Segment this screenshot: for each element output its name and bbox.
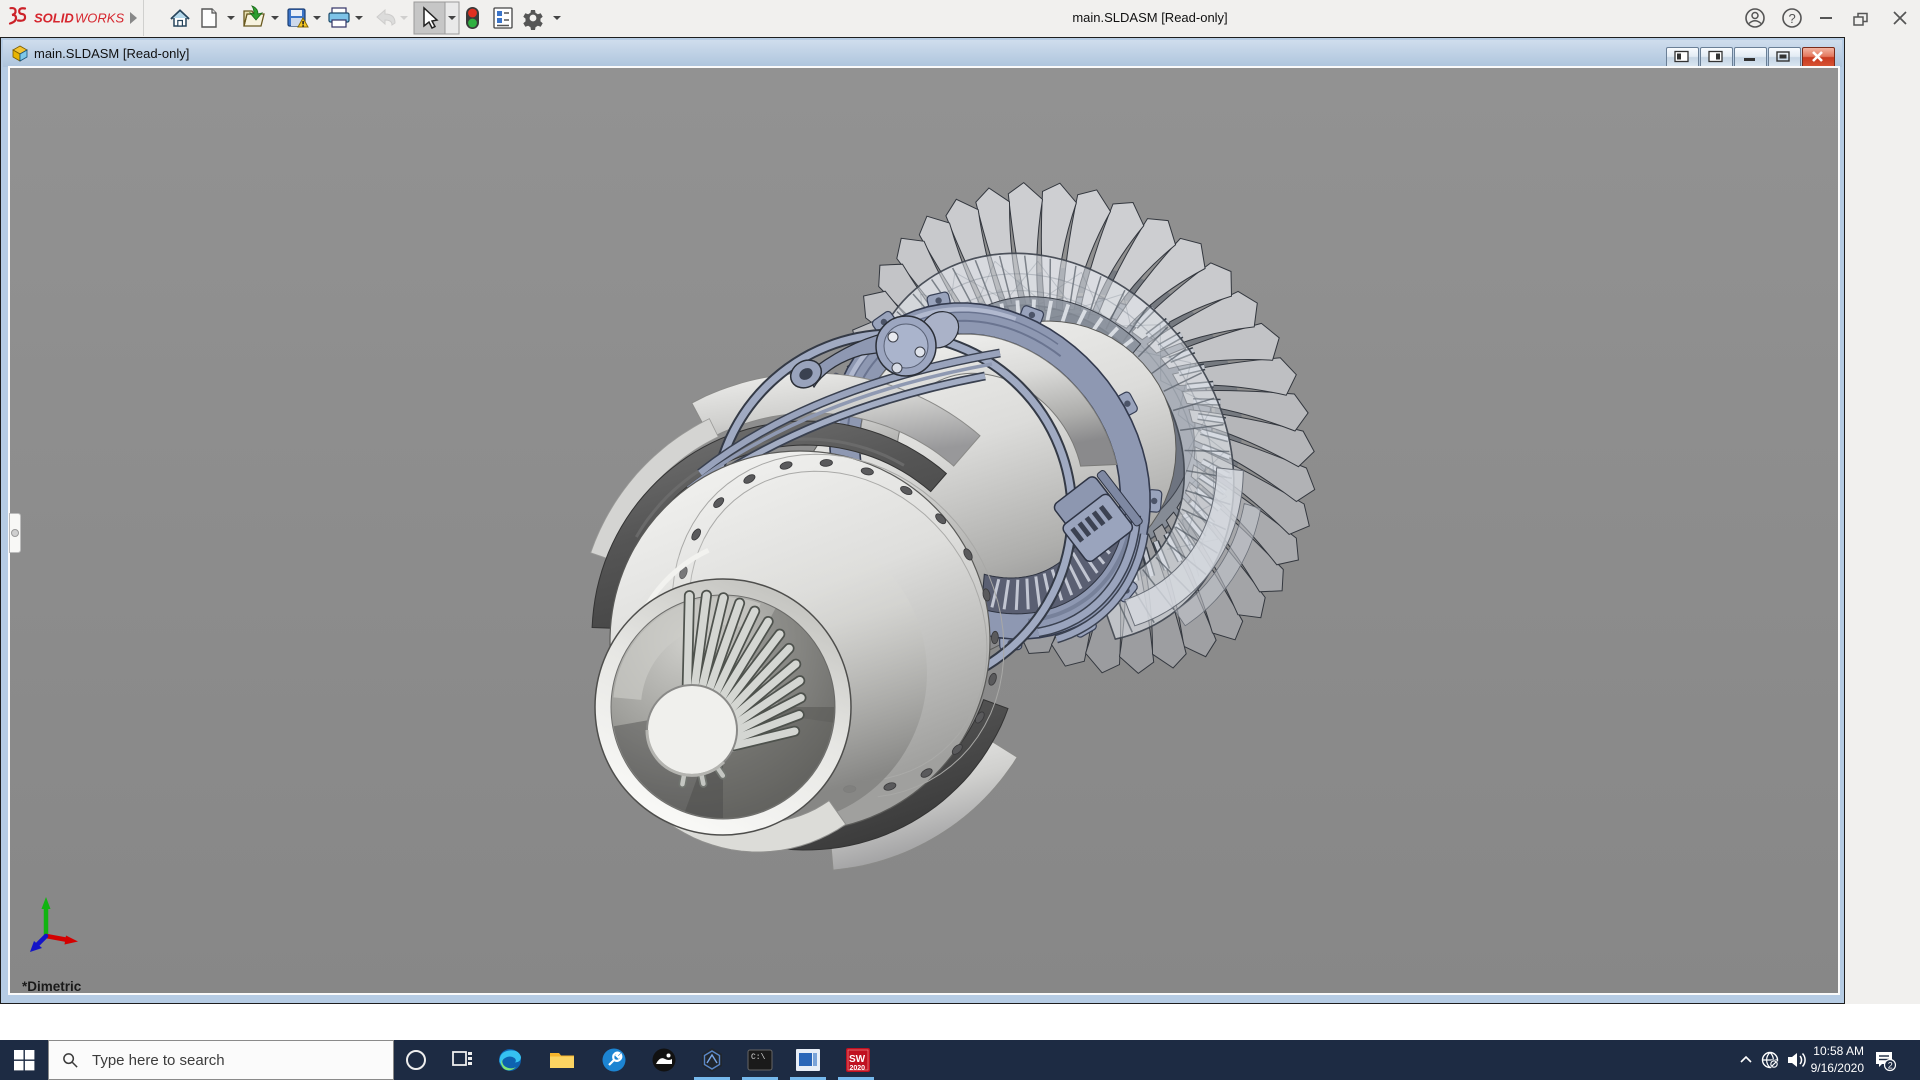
svg-text:SW: SW [849,1054,866,1065]
svg-text:SOLID: SOLID [34,11,74,26]
svg-text:2: 2 [1888,1061,1893,1071]
svg-text:C:\: C:\ [751,1053,766,1062]
svg-text:WORKS: WORKS [75,11,124,26]
svg-text:?: ? [1789,11,1796,26]
svg-text:*Dimetric: *Dimetric [22,979,82,993]
svg-text:2020: 2020 [850,1065,866,1072]
